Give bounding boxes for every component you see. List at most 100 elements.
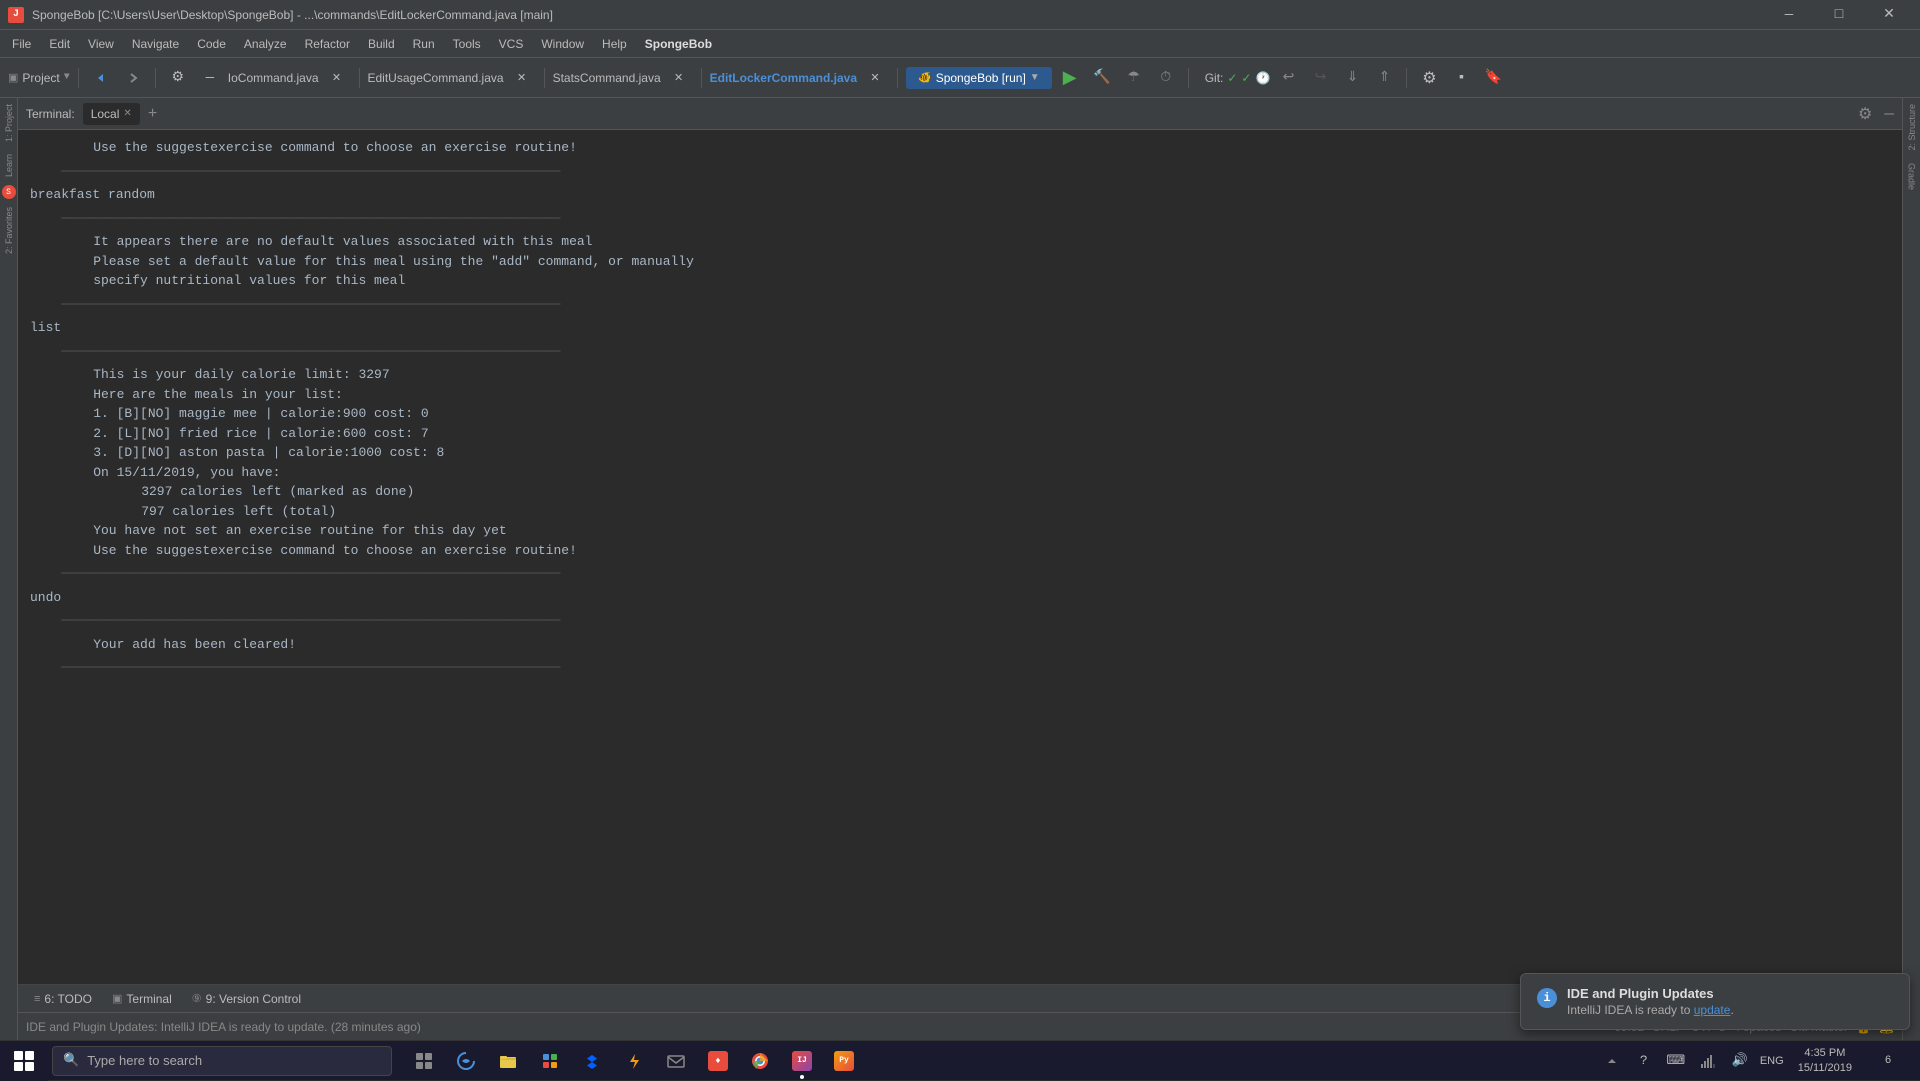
toolbar-separator-3 — [359, 68, 360, 88]
git-area: Git: ✓ ✓ 🕐 — [1205, 71, 1271, 85]
toolbar-close-editusage[interactable]: ✕ — [508, 64, 536, 92]
scroll-up-icon[interactable] — [1598, 1047, 1626, 1075]
maximize-button[interactable]: □ — [1816, 0, 1862, 30]
menu-build[interactable]: Build — [360, 33, 403, 55]
title-bar-title: SpongeBob [C:\Users\User\Desktop\SpongeB… — [32, 8, 553, 22]
terminal-tool-button[interactable]: ▣ Terminal — [104, 989, 180, 1009]
bookmark-button[interactable]: 🔖 — [1479, 64, 1507, 92]
terminal-close-button[interactable]: — — [1884, 105, 1894, 123]
toolbar-close-io[interactable]: ✕ — [323, 64, 351, 92]
project-chevron-icon: ▼ — [64, 72, 70, 83]
navigate-back-button[interactable] — [87, 64, 115, 92]
taskbar-search-bar[interactable]: 🔍 Type here to search — [52, 1046, 392, 1076]
vcs-update-button[interactable]: ⇓ — [1338, 64, 1366, 92]
menu-file[interactable]: File — [4, 33, 39, 55]
language-tray-icon[interactable]: ENG — [1758, 1047, 1786, 1075]
terminal-line-no-exercise: You have not set an exercise routine for… — [30, 521, 1890, 541]
project-view-button[interactable]: ▣ Project ▼ — [8, 71, 70, 85]
menu-code[interactable]: Code — [189, 33, 234, 55]
profile-button[interactable]: ⏱ — [1152, 64, 1180, 92]
notification-title: IDE and Plugin Updates — [1567, 986, 1893, 1001]
taskbar-search-icon: 🔍 — [63, 1053, 79, 1068]
system-tray: ? ⌨ 🔊 ENG 4:35 PM 15/11/2019 6 — [1598, 1041, 1920, 1081]
toolbar-separator-6 — [897, 68, 898, 88]
terminal-add-button[interactable]: + — [148, 105, 158, 123]
gradle-panel-label[interactable]: Gradle — [1905, 157, 1919, 196]
intellij-idea-button[interactable]: IJ — [782, 1041, 822, 1081]
terminal-content[interactable]: Use the suggestexercise command to choos… — [18, 130, 1902, 984]
settings-button[interactable]: ⚙ — [1415, 64, 1443, 92]
menu-vcs[interactable]: VCS — [491, 33, 532, 55]
terminal-divider-3: ────────────────────────────────────────… — [30, 295, 1890, 315]
navigate-forward-button[interactable] — [119, 64, 147, 92]
git-check-icon-2: ✓ — [1241, 71, 1251, 85]
start-button[interactable] — [0, 1041, 48, 1081]
toolbar-settings-button[interactable]: ⚙ — [164, 64, 192, 92]
learn-panel-label[interactable]: Learn — [2, 148, 16, 183]
menu-tools[interactable]: Tools — [445, 33, 489, 55]
edge-browser-button[interactable] — [446, 1041, 486, 1081]
store-button[interactable] — [530, 1041, 570, 1081]
taskbar-apps: ♦ IJ Py — [404, 1041, 864, 1081]
spongebob-icon: S — [2, 185, 16, 199]
terminal-tab-close-icon[interactable]: ✕ — [123, 108, 131, 119]
close-button[interactable]: ✕ — [1866, 0, 1912, 30]
restore-layout-button[interactable]: ▪ — [1447, 64, 1475, 92]
git-clock-icon: 🕐 — [1255, 71, 1270, 85]
notification-text: IntelliJ IDEA is ready to update. — [1567, 1003, 1893, 1017]
menu-refactor[interactable]: Refactor — [297, 33, 358, 55]
menu-window[interactable]: Window — [533, 33, 592, 55]
toolbar-separator-5 — [701, 68, 702, 88]
terminal-settings-icon[interactable]: ⚙ — [1858, 104, 1872, 124]
app-icon: J — [8, 7, 24, 23]
python-ide-button[interactable]: Py — [824, 1041, 864, 1081]
taskbar-notification-button[interactable]: 6 — [1864, 1041, 1912, 1081]
help-tray-icon[interactable]: ? — [1630, 1047, 1658, 1075]
chrome-button[interactable] — [740, 1041, 780, 1081]
menu-navigate[interactable]: Navigate — [124, 33, 187, 55]
menu-view[interactable]: View — [80, 33, 122, 55]
menu-spongbob[interactable]: SpongeBob — [637, 33, 720, 55]
todo-tool-button[interactable]: ≡ 6: TODO — [26, 989, 100, 1009]
run-config-button[interactable]: 🐠 SpongeBob [run] ▼ — [906, 67, 1052, 89]
menu-run[interactable]: Run — [405, 33, 443, 55]
notification-update-link[interactable]: update — [1694, 1003, 1731, 1017]
project-panel-label[interactable]: 1: Project — [2, 98, 16, 148]
network-tray-icon[interactable] — [1694, 1047, 1722, 1075]
terminal-line-calorie-limit: This is your daily calorie limit: 3297 — [30, 365, 1890, 385]
toolbar: ▣ Project ▼ ⚙ — IoCommand.java ✕ EditUsa… — [0, 58, 1920, 98]
menu-edit[interactable]: Edit — [41, 33, 78, 55]
version-control-tool-button[interactable]: ⑨ 9: Version Control — [184, 989, 309, 1009]
volume-tray-icon[interactable]: 🔊 — [1726, 1047, 1754, 1075]
taskview-button[interactable] — [404, 1041, 444, 1081]
intellij-red-button[interactable]: ♦ — [698, 1041, 738, 1081]
terminal-line-meal-2: 2. [L][NO] fried rice | calorie:600 cost… — [30, 424, 1890, 444]
toolbar-close-editlocker[interactable]: ✕ — [861, 64, 889, 92]
favorites-panel-label[interactable]: 2: Favorites — [2, 201, 16, 260]
file-explorer-button[interactable] — [488, 1041, 528, 1081]
terminal-line-2: It appears there are no default values a… — [30, 232, 1890, 252]
keyboard-tray-icon[interactable]: ⌨ — [1662, 1047, 1690, 1075]
toolbar-close-stats[interactable]: ✕ — [665, 64, 693, 92]
minimize-button[interactable]: — — [1766, 0, 1812, 30]
run-button[interactable]: ▶ — [1056, 64, 1084, 92]
power-app-button[interactable] — [614, 1041, 654, 1081]
main-container: 1: Project Learn S 2: Favorites Terminal… — [0, 98, 1920, 1040]
structure-panel-label[interactable]: 2: Structure — [1905, 98, 1919, 157]
terminal-icon: ▣ — [112, 992, 122, 1005]
toolbar-dash-button[interactable]: — — [196, 64, 224, 92]
menu-help[interactable]: Help — [594, 33, 635, 55]
build-button[interactable]: 🔨 — [1088, 64, 1116, 92]
coverage-button[interactable]: ☂ — [1120, 64, 1148, 92]
vcs-push-button[interactable]: ⇑ — [1370, 64, 1398, 92]
terminal-tab-local[interactable]: Local ✕ — [83, 103, 140, 125]
notification-text-before: IntelliJ IDEA is ready to — [1567, 1003, 1694, 1017]
dropbox-button[interactable] — [572, 1041, 612, 1081]
terminal-line-1: Use the suggestexercise command to choos… — [30, 138, 1890, 158]
redo-button[interactable]: ↪ — [1306, 64, 1334, 92]
undo-button[interactable]: ↩ — [1274, 64, 1302, 92]
status-message: IDE and Plugin Updates: IntelliJ IDEA is… — [26, 1020, 421, 1034]
mail-button[interactable] — [656, 1041, 696, 1081]
menu-analyze[interactable]: Analyze — [236, 33, 295, 55]
taskbar-clock[interactable]: 4:35 PM 15/11/2019 — [1790, 1046, 1860, 1075]
